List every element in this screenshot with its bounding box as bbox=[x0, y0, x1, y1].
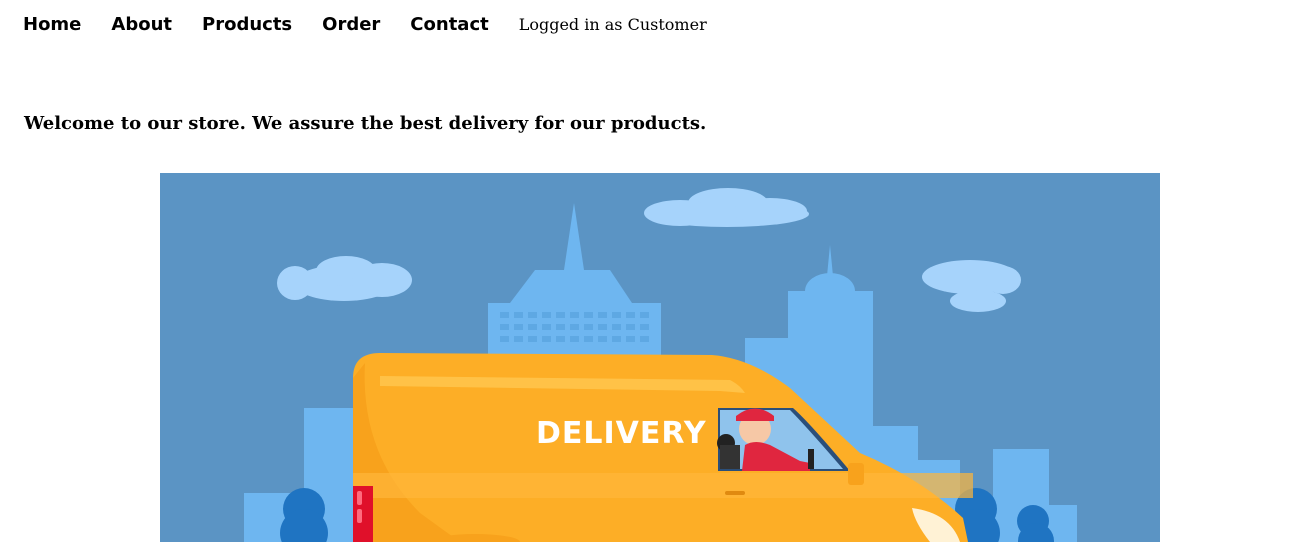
nav-about-link[interactable]: About bbox=[111, 14, 172, 35]
van-delivery-label: DELIVERY bbox=[536, 416, 707, 451]
nav-contact-link[interactable]: Contact bbox=[410, 14, 488, 35]
top-nav: Home About Products Order Contact Logged… bbox=[23, 12, 707, 36]
delivery-banner-image: DELIVERY bbox=[160, 173, 1160, 542]
welcome-heading: Welcome to our store. We assure the best… bbox=[24, 113, 707, 134]
nav-order-link[interactable]: Order bbox=[322, 14, 380, 35]
login-status: Logged in as Customer bbox=[518, 14, 707, 34]
nav-products-link[interactable]: Products bbox=[202, 14, 292, 35]
nav-home-link[interactable]: Home bbox=[23, 14, 81, 35]
